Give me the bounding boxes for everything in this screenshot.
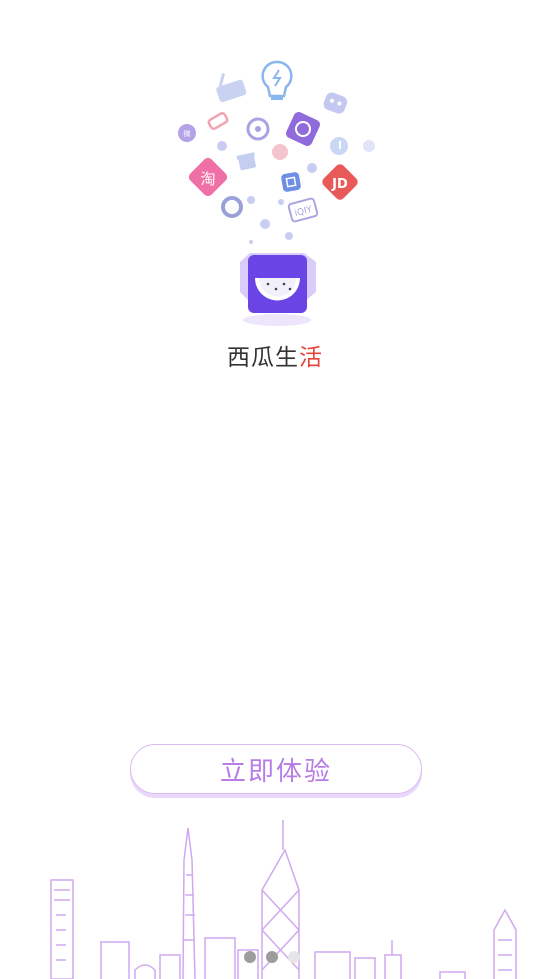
iqiyi-icon: iQIY [287, 197, 319, 223]
music-icon [330, 137, 348, 155]
watermelon-app-icon [240, 253, 316, 326]
start-experience-button[interactable]: 立即体验 [130, 744, 422, 794]
robot-icon [323, 92, 348, 114]
gift-icon [236, 152, 256, 171]
taobao-icon-glyph: 淘 [200, 170, 215, 188]
tag-icon [207, 112, 229, 130]
page-dot-3[interactable] [288, 951, 300, 963]
page-indicator [244, 951, 300, 963]
basket-icon [216, 73, 247, 103]
qq-icon [221, 196, 243, 218]
compass-icon [246, 117, 270, 141]
jd-icon-glyph: JD [331, 177, 348, 192]
phone-icon [281, 172, 301, 192]
app-name-accent: 活 [299, 345, 323, 371]
svg-text:微: 微 [184, 129, 191, 138]
app-name-main: 西瓜生 [227, 345, 299, 371]
page-dot-2[interactable] [266, 951, 278, 963]
pink-dot [272, 144, 288, 160]
page-dot-1[interactable] [244, 951, 256, 963]
lightbulb-icon [261, 60, 293, 100]
app-name-logo: 西瓜生活 [0, 338, 550, 372]
weibo-icon: 微 [178, 124, 196, 142]
sticker-icon [286, 112, 320, 146]
